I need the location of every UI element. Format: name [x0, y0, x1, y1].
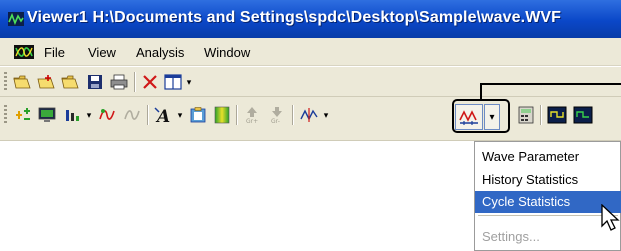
scope-view-alt-button[interactable]: [572, 104, 594, 126]
window-layout-icon: [164, 74, 182, 90]
menu-view[interactable]: View: [88, 45, 116, 60]
folder-add-icon: [37, 75, 55, 89]
wave-cursor-button[interactable]: [298, 104, 320, 126]
menu-file[interactable]: File: [44, 45, 65, 60]
toolbar-grip[interactable]: [4, 105, 7, 125]
waveform-color-button[interactable]: [96, 104, 118, 126]
toolbar-separator: [147, 105, 149, 125]
save-disk-icon: [88, 75, 102, 89]
text-annotation-dropdown-arrow[interactable]: ▾: [176, 110, 184, 120]
close-x-icon: [143, 75, 157, 89]
app-wave-icon: [8, 12, 24, 26]
group-down-button[interactable]: Gr-: [266, 104, 288, 126]
document-wave-icon[interactable]: [14, 45, 34, 59]
text-a-icon: A: [154, 107, 170, 124]
scope-window-icon: [547, 106, 567, 124]
window-titlebar[interactable]: Viewer1 H:\Documents and Settings\spdc\D…: [0, 0, 621, 38]
bar-graph-icon: [66, 110, 79, 121]
group-up-icon: Gr+: [246, 107, 258, 124]
color-palette-button[interactable]: [211, 104, 233, 126]
menu-window[interactable]: Window: [204, 45, 250, 60]
callout-leader-vertical: [480, 83, 482, 99]
open-folder-add-button[interactable]: [35, 71, 57, 93]
group-down-icon: Gr-: [271, 107, 282, 124]
color-gradient-icon: [214, 106, 230, 124]
toolbar-grip[interactable]: [4, 72, 7, 92]
waveform-disabled-button[interactable]: [121, 104, 143, 126]
clipboard-icon: [190, 107, 206, 123]
scope-window-alt-icon: [573, 106, 593, 124]
wave-cursor-icon: [300, 108, 318, 122]
layout-button[interactable]: [162, 71, 184, 93]
toolbar-separator: [236, 105, 238, 125]
toolbar-separator: [292, 105, 294, 125]
bar-graph-dropdown-arrow[interactable]: ▾: [85, 110, 93, 120]
waveform-disabled-icon: [124, 110, 140, 120]
clipboard-button[interactable]: [187, 104, 209, 126]
svg-text:Gr-: Gr-: [271, 118, 280, 124]
callout-leader-horizontal: [480, 83, 621, 85]
menu-item-wave-parameter[interactable]: Wave Parameter: [475, 146, 621, 168]
menu-analysis[interactable]: Analysis: [136, 45, 184, 60]
menu-item-history-statistics[interactable]: History Statistics: [475, 169, 621, 191]
svg-text:Gr+: Gr+: [246, 118, 258, 124]
scope-view-button[interactable]: [546, 104, 568, 126]
open-folder-alt-button[interactable]: [59, 71, 81, 93]
menu-separator: [478, 215, 618, 216]
open-folder-button[interactable]: [11, 71, 33, 93]
waveform-color-icon: [99, 109, 115, 120]
window-title: Viewer1 H:\Documents and Settings\spdc\D…: [27, 9, 562, 26]
group-up-button[interactable]: Gr+: [241, 104, 263, 126]
open-folder-icon: [13, 75, 31, 89]
print-button[interactable]: [108, 71, 130, 93]
calculator-button[interactable]: [515, 104, 537, 126]
folder-open-icon: [61, 75, 79, 89]
text-annotation-button[interactable]: A: [152, 104, 174, 126]
toolbar-file: ▾: [0, 67, 621, 97]
monitor-button[interactable]: [36, 104, 58, 126]
close-button[interactable]: [139, 71, 161, 93]
toolbar-separator: [134, 72, 136, 92]
printer-icon: [110, 74, 128, 90]
layout-dropdown-arrow[interactable]: ▾: [185, 77, 193, 87]
statistics-dropdown-menu: Wave Parameter History Statistics Cycle …: [474, 141, 621, 251]
save-button[interactable]: [84, 71, 106, 93]
calculator-icon: [518, 106, 534, 124]
wave-cursor-dropdown-arrow[interactable]: ▾: [322, 110, 330, 120]
statistics-callout-frame: [452, 99, 510, 133]
cursor-mode-button[interactable]: [12, 104, 34, 126]
bar-graph-button[interactable]: [62, 104, 84, 126]
monitor-icon: [38, 107, 56, 122]
sparkle-cursor-icon: [16, 108, 30, 120]
toolbar-separator: [540, 105, 542, 125]
toolbar-analysis: ▾ A ▾ Gr+ Gr- ▾ ▾: [0, 97, 621, 141]
mouse-pointer-icon: [601, 204, 620, 231]
